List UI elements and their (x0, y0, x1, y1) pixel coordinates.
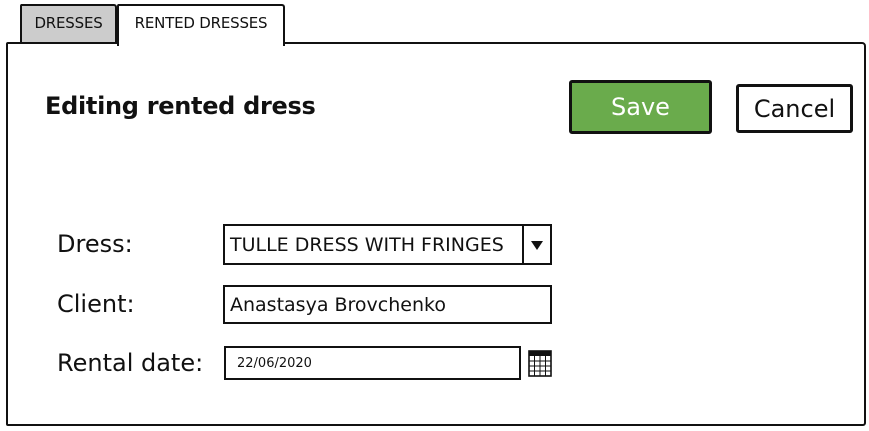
tab-rented-dresses[interactable]: RENTED DRESSES (117, 4, 285, 46)
save-button-label: Save (611, 93, 670, 121)
client-input-value: Anastasya Brovchenko (230, 293, 446, 316)
page-title: Editing rented dress (45, 92, 316, 120)
tab-rented-dresses-label: RENTED DRESSES (134, 14, 268, 32)
tab-dresses[interactable]: DRESSES (20, 4, 117, 44)
rental-date-label: Rental date: (57, 349, 204, 377)
calendar-icon[interactable] (528, 350, 552, 377)
save-button[interactable]: Save (569, 80, 712, 134)
chevron-down-icon[interactable] (522, 226, 550, 263)
cancel-button-label: Cancel (753, 94, 836, 123)
client-label: Client: (57, 290, 135, 318)
rental-date-value: 22/06/2020 (237, 355, 312, 371)
tab-dresses-label: DRESSES (34, 14, 103, 32)
dress-select-value: TULLE DRESS WITH FRINGES (230, 233, 504, 256)
dress-select[interactable]: TULLE DRESS WITH FRINGES (223, 224, 552, 265)
dress-label: Dress: (57, 230, 133, 258)
app-window: DRESSES RENTED DRESSES Editing rented dr… (0, 0, 869, 431)
client-input[interactable]: Anastasya Brovchenko (223, 285, 552, 324)
cancel-button[interactable]: Cancel (736, 84, 853, 133)
rental-date-input[interactable]: 22/06/2020 (224, 346, 521, 380)
